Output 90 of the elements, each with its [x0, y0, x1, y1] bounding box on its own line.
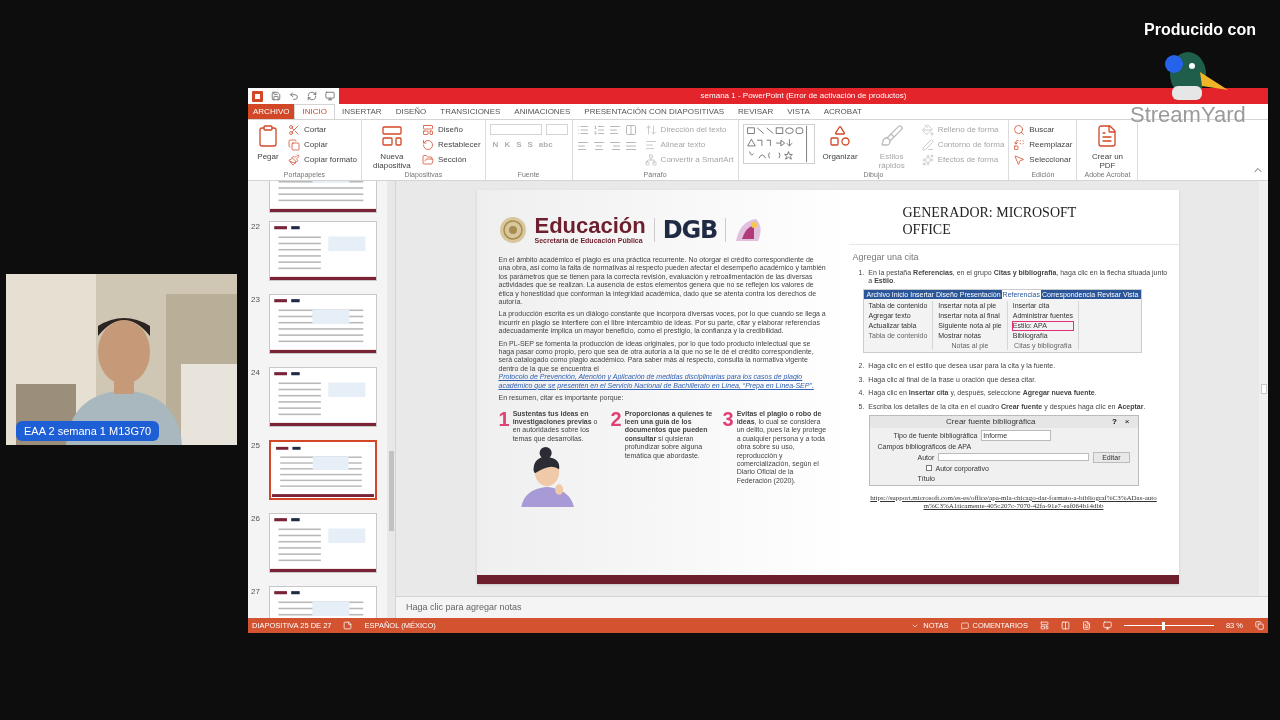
- ribbon-icon: [644, 124, 657, 136]
- window-title: semana 1 - PowerPoint (Error de activación de productos): [700, 90, 907, 102]
- overlay-caption: Producido con: [1144, 20, 1256, 40]
- font-size-field[interactable]: [545, 124, 568, 135]
- ribbon-button[interactable]: Reemplazar: [1013, 139, 1073, 151]
- ribbon-tab[interactable]: INSERTAR: [334, 104, 389, 119]
- ribbon-icon: [256, 124, 280, 148]
- slide-thumbnail[interactable]: [269, 294, 377, 354]
- ribbon-tab[interactable]: ACROBAT: [816, 104, 869, 119]
- normal-view-icon[interactable]: [1039, 621, 1049, 630]
- slide-number: 25: [251, 440, 261, 452]
- reason-number: 2: [610, 409, 622, 432]
- redo-icon[interactable]: [307, 91, 317, 101]
- ribbon-icon: [828, 124, 853, 148]
- font-name-field[interactable]: [489, 124, 542, 135]
- ribbon-tab[interactable]: INICIO: [294, 104, 335, 119]
- ribbon-icon: [644, 139, 657, 151]
- ribbon-icon: [421, 124, 434, 136]
- ribbon-icon: [921, 139, 934, 151]
- ribbon-icon: [1013, 139, 1026, 151]
- section-heading: Agregar una cita: [852, 251, 920, 264]
- ribbon-button[interactable]: Restablecer: [421, 139, 481, 151]
- ribbon-button[interactable]: Buscar: [1013, 124, 1073, 136]
- slideshow-icon[interactable]: [1102, 621, 1112, 630]
- slide-number: 26: [251, 513, 261, 525]
- fit-to-window-icon[interactable]: [1255, 621, 1264, 630]
- ribbon-icon: [421, 139, 434, 151]
- ribbon-button[interactable]: Pegar: [252, 124, 284, 161]
- ribbon-icon: [288, 139, 300, 151]
- ribbon-icon: [421, 154, 434, 166]
- app-logo-icon[interactable]: [252, 90, 263, 102]
- notes-field[interactable]: Haga clic para agregar notas: [406, 600, 522, 615]
- slide-thumbnail[interactable]: [269, 513, 377, 573]
- comment-icon: [960, 621, 969, 630]
- ribbon-button[interactable]: Sección: [421, 154, 481, 166]
- slide-number: 27: [251, 586, 261, 598]
- ribbon-button[interactable]: Copiar: [288, 139, 357, 151]
- ribbon-tab[interactable]: REVISAR: [731, 104, 781, 119]
- help-button[interactable]: ?: [1107, 415, 1121, 428]
- slide-number: 23: [251, 294, 261, 306]
- reason-number: 3: [722, 409, 734, 432]
- slide-number: 24: [251, 367, 261, 379]
- slide-number: 22: [251, 221, 261, 233]
- ribbon-button[interactable]: Diseño: [421, 124, 481, 136]
- shapes-gallery[interactable]: [742, 124, 815, 164]
- reading-view-icon[interactable]: [1081, 621, 1091, 630]
- slide-thumbnail[interactable]: [269, 181, 377, 213]
- slide-thumbnail[interactable]: [269, 440, 377, 500]
- ribbon-tab[interactable]: PRESENTACIÓN CON DIAPOSITIVAS: [577, 104, 732, 119]
- ribbon-button[interactable]: Seleccionar: [1013, 154, 1073, 166]
- ribbon-tab[interactable]: TRANSICIONES: [433, 104, 508, 119]
- zoom-slider[interactable]: [1123, 621, 1214, 630]
- ribbon-button[interactable]: Organizar: [818, 124, 862, 161]
- ribbon-icon: [879, 124, 904, 148]
- ribbon-button[interactable]: Nueva diapositiva: [365, 124, 418, 170]
- ribbon-button[interactable]: Cortar: [288, 124, 357, 136]
- emblem-icon: [498, 216, 527, 244]
- spelling-icon[interactable]: [343, 621, 353, 630]
- slide-sorter-icon[interactable]: [1060, 621, 1070, 630]
- ribbon-icon: [1013, 154, 1026, 166]
- slide-thumbnail[interactable]: [269, 367, 377, 427]
- ribbon-icon: [921, 154, 934, 166]
- slide-title: GENERADOR: MICROSOFT OFFICE: [902, 204, 1078, 238]
- partner-logo: DGB: [662, 215, 718, 246]
- ribbon-button[interactable]: Copiar formato: [288, 154, 357, 166]
- ribbon-icon: [921, 124, 934, 136]
- scrollbar[interactable]: [387, 181, 395, 618]
- file-tab[interactable]: ARCHIVO: [248, 104, 295, 119]
- zoom-thumb[interactable]: [1161, 621, 1165, 630]
- start-presentation-icon[interactable]: [325, 91, 335, 101]
- ribbon-tab[interactable]: DISEÑO: [388, 104, 434, 119]
- alignment-buttons[interactable]: [576, 140, 637, 152]
- scrollbar[interactable]: [1259, 181, 1268, 596]
- ribbon-button[interactable]: Crear un PDF: [1081, 124, 1134, 170]
- ribbon-tab[interactable]: ANIMACIONES: [507, 104, 578, 119]
- dialog-title: Crear fuente bibliográfica: [945, 415, 1037, 428]
- brand-wordmark: StreamYard: [1130, 103, 1246, 127]
- ribbon-icon: [288, 124, 300, 136]
- list-buttons[interactable]: [576, 124, 637, 136]
- slide-thumbnail[interactable]: [269, 221, 377, 281]
- ribbon-icon: [1013, 124, 1026, 136]
- ribbon-tab[interactable]: VISTA: [780, 104, 817, 119]
- ribbon-icon: [644, 154, 657, 166]
- ribbon-icon: [288, 154, 300, 166]
- undo-icon[interactable]: [289, 91, 299, 101]
- reason-number: 1: [498, 409, 510, 432]
- close-button[interactable]: ×: [1120, 415, 1134, 428]
- save-icon[interactable]: [271, 91, 281, 101]
- logo-wordmark: Educación: [534, 215, 646, 237]
- ribbon-icon: [379, 124, 404, 148]
